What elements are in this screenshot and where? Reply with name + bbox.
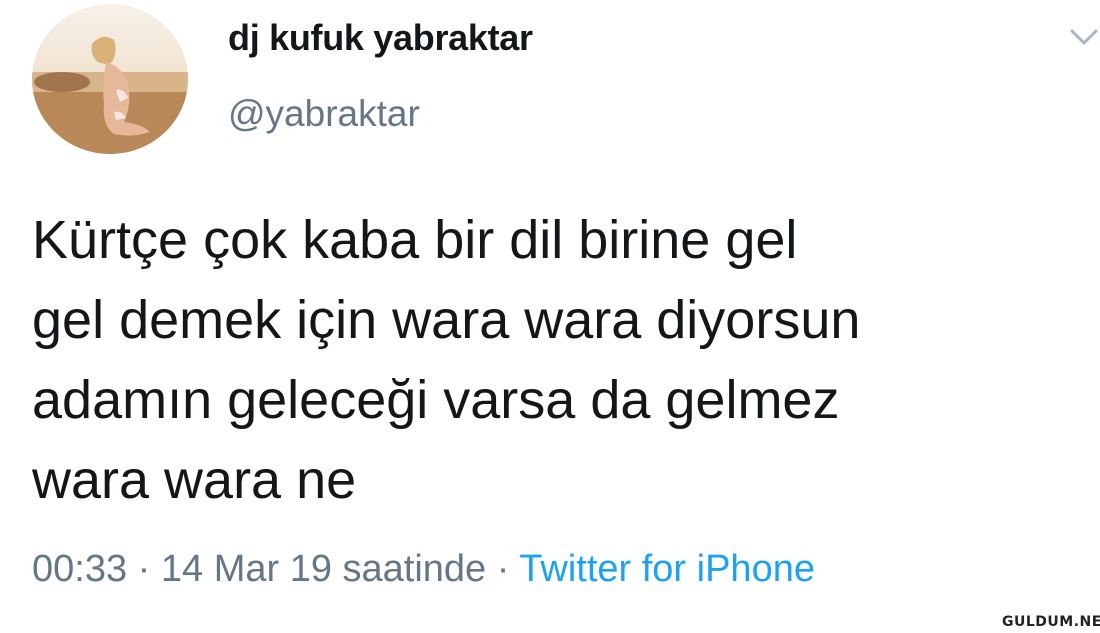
chevron-down-icon[interactable] xyxy=(1068,26,1100,48)
avatar[interactable] xyxy=(32,4,188,154)
user-handle[interactable]: @yabraktar xyxy=(228,93,420,135)
tweet-line: wara wara ne xyxy=(32,450,357,510)
tweet-timestamp[interactable]: 00:33 · 14 Mar 19 saatinde · xyxy=(32,548,509,590)
tweet-source-link[interactable]: Twitter for iPhone xyxy=(519,548,815,590)
tweet-meta: 00:33 · 14 Mar 19 saatinde · Twitter for… xyxy=(32,548,815,591)
display-name[interactable]: dj kufuk yabraktar xyxy=(228,17,533,59)
tweet-text: Kürtçe çok kaba bir dil birine gel gel d… xyxy=(32,200,1082,520)
tweet-line: adamın geleceği varsa da gelmez xyxy=(32,370,840,430)
profile-photo xyxy=(32,4,188,154)
tweet-line: Kürtçe çok kaba bir dil birine gel xyxy=(32,210,798,270)
tweet-card: dj kufuk yabraktar @yabraktar Kürtçe çok… xyxy=(0,0,1100,633)
watermark-logo: GULDUM.NET xyxy=(1002,614,1100,630)
tweet-line: gel demek için wara wara diyorsun xyxy=(32,290,861,350)
